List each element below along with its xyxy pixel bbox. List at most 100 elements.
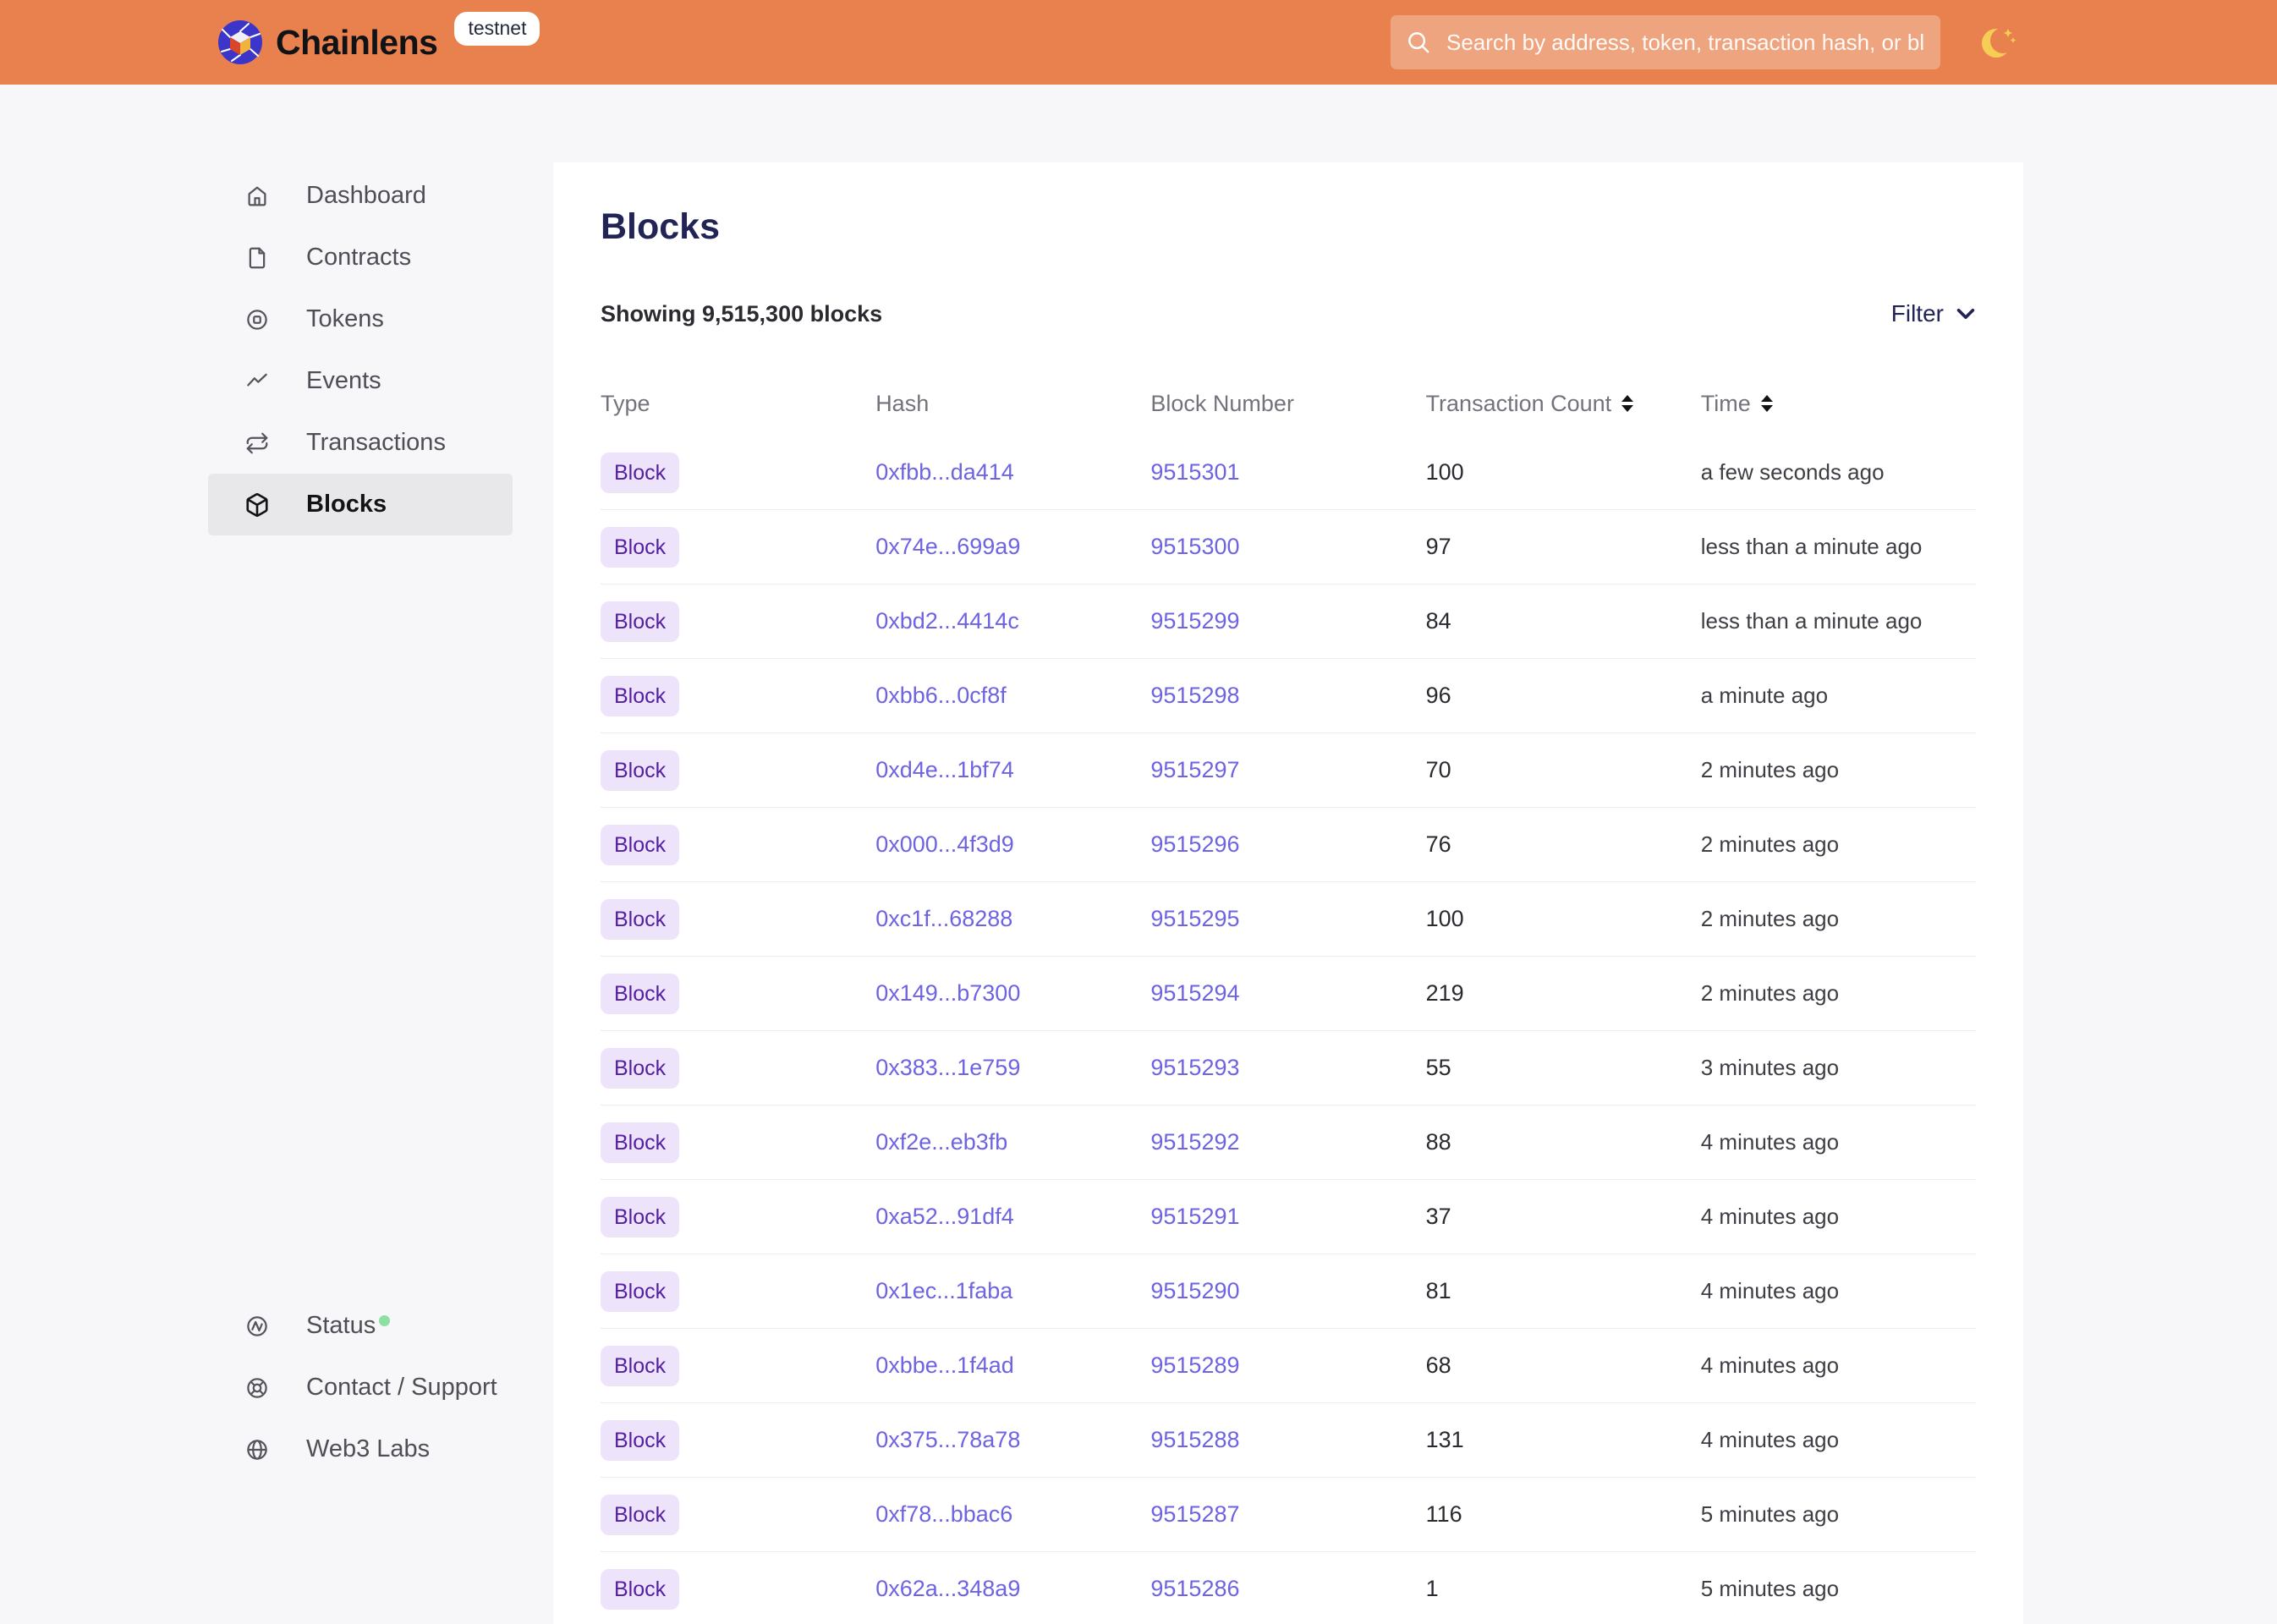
- hash-link[interactable]: 0x000...4f3d9: [875, 831, 1014, 857]
- type-cell: Block: [601, 1346, 875, 1386]
- transaction-count-cell: 1: [1426, 1576, 1701, 1602]
- sidebar-nav: Dashboard Contracts Tokens Events Transa…: [208, 165, 513, 535]
- table-row: Block 0xd4e...1bf74 9515297 70 2 minutes…: [601, 733, 1976, 808]
- table-row: Block 0xf78...bbac6 9515287 116 5 minute…: [601, 1478, 1976, 1552]
- block-number-cell: 9515301: [1150, 459, 1425, 486]
- block-number-link[interactable]: 9515294: [1150, 980, 1239, 1006]
- type-cell: Block: [601, 1495, 875, 1535]
- block-number-link[interactable]: 9515290: [1150, 1278, 1239, 1303]
- type-cell: Block: [601, 899, 875, 940]
- block-number-link[interactable]: 9515293: [1150, 1055, 1239, 1080]
- hash-link[interactable]: 0x149...b7300: [875, 980, 1020, 1006]
- globe-icon: [244, 1437, 270, 1462]
- hash-cell: 0x000...4f3d9: [875, 831, 1150, 858]
- search-input[interactable]: [1391, 15, 1940, 69]
- testnet-badge: testnet: [454, 12, 540, 46]
- sidebar-item-label: Events: [306, 367, 381, 395]
- hash-link[interactable]: 0x375...78a78: [875, 1427, 1020, 1452]
- type-cell: Block: [601, 1569, 875, 1610]
- hash-cell: 0xc1f...68288: [875, 906, 1150, 932]
- block-number-link[interactable]: 9515287: [1150, 1501, 1239, 1527]
- hash-link[interactable]: 0x62a...348a9: [875, 1576, 1020, 1601]
- hash-link[interactable]: 0x1ec...1faba: [875, 1278, 1012, 1303]
- block-number-link[interactable]: 9515298: [1150, 683, 1239, 708]
- block-type-badge: Block: [601, 1420, 679, 1461]
- sidebar-item-events[interactable]: Events: [208, 350, 513, 412]
- sort-icon[interactable]: [1621, 395, 1633, 412]
- support-icon: [244, 1375, 270, 1401]
- block-number-link[interactable]: 9515289: [1150, 1352, 1239, 1378]
- sidebar-item-status[interactable]: Status: [208, 1295, 513, 1357]
- block-type-badge: Block: [601, 1569, 679, 1610]
- block-number-cell: 9515288: [1150, 1427, 1425, 1453]
- hash-link[interactable]: 0x383...1e759: [875, 1055, 1020, 1080]
- sidebar-item-web3-labs[interactable]: Web3 Labs: [208, 1418, 513, 1480]
- hash-link[interactable]: 0x74e...699a9: [875, 534, 1020, 559]
- hash-cell: 0xbbe...1f4ad: [875, 1352, 1150, 1379]
- app-screen: Chainlens testnet Dashboard: [0, 0, 2277, 1624]
- type-cell: Block: [601, 974, 875, 1014]
- transaction-count-cell: 76: [1426, 831, 1701, 858]
- block-type-badge: Block: [601, 825, 679, 865]
- time-cell: less than a minute ago: [1701, 534, 1976, 560]
- block-number-link[interactable]: 9515286: [1150, 1576, 1239, 1601]
- block-number-cell: 9515299: [1150, 608, 1425, 634]
- block-type-badge: Block: [601, 676, 679, 716]
- sidebar-item-label: Contact / Support: [306, 1374, 497, 1402]
- transaction-count-cell: 96: [1426, 683, 1701, 709]
- block-type-badge: Block: [601, 601, 679, 642]
- block-type-badge: Block: [601, 1197, 679, 1237]
- brand[interactable]: Chainlens testnet: [218, 20, 540, 64]
- sidebar-item-dashboard[interactable]: Dashboard: [208, 165, 513, 227]
- sort-icon[interactable]: [1761, 395, 1773, 412]
- hash-link[interactable]: 0xf2e...eb3fb: [875, 1129, 1007, 1155]
- hash-link[interactable]: 0xfbb...da414: [875, 459, 1014, 485]
- sidebar-item-contact-support[interactable]: Contact / Support: [208, 1357, 513, 1418]
- type-cell: Block: [601, 1122, 875, 1163]
- block-number-link[interactable]: 9515292: [1150, 1129, 1239, 1155]
- block-number-link[interactable]: 9515297: [1150, 757, 1239, 782]
- hash-link[interactable]: 0xbb6...0cf8f: [875, 683, 1007, 708]
- transaction-count-cell: 100: [1426, 906, 1701, 932]
- table-row: Block 0xbd2...4414c 9515299 84 less than…: [601, 584, 1976, 659]
- block-number-cell: 9515300: [1150, 534, 1425, 560]
- hash-link[interactable]: 0xf78...bbac6: [875, 1501, 1012, 1527]
- hash-cell: 0xa52...91df4: [875, 1204, 1150, 1230]
- time-cell: 4 minutes ago: [1701, 1352, 1976, 1379]
- type-cell: Block: [601, 1271, 875, 1312]
- time-cell: 4 minutes ago: [1701, 1278, 1976, 1304]
- table-row: Block 0x383...1e759 9515293 55 3 minutes…: [601, 1031, 1976, 1106]
- table-row: Block 0xbbe...1f4ad 9515289 68 4 minutes…: [601, 1329, 1976, 1403]
- block-number-link[interactable]: 9515291: [1150, 1204, 1239, 1229]
- trend-icon: [244, 369, 270, 394]
- table-header-row: Type Hash Block Number Transaction Count…: [601, 380, 1976, 427]
- transaction-count-cell: 70: [1426, 757, 1701, 783]
- hash-link[interactable]: 0xd4e...1bf74: [875, 757, 1014, 782]
- sidebar-item-blocks[interactable]: Blocks: [208, 474, 513, 535]
- block-number-link[interactable]: 9515300: [1150, 534, 1239, 559]
- sidebar-item-tokens[interactable]: Tokens: [208, 288, 513, 350]
- sidebar-item-label: Tokens: [306, 305, 384, 333]
- hash-link[interactable]: 0xa52...91df4: [875, 1204, 1014, 1229]
- block-number-link[interactable]: 9515299: [1150, 608, 1239, 634]
- sidebar-item-transactions[interactable]: Transactions: [208, 412, 513, 474]
- hash-link[interactable]: 0xc1f...68288: [875, 906, 1012, 931]
- hash-cell: 0x149...b7300: [875, 980, 1150, 1007]
- hash-link[interactable]: 0xbd2...4414c: [875, 608, 1019, 634]
- block-number-link[interactable]: 9515295: [1150, 906, 1239, 931]
- home-icon: [244, 184, 270, 209]
- block-number-cell: 9515296: [1150, 831, 1425, 858]
- sidebar-item-contracts[interactable]: Contracts: [208, 227, 513, 288]
- block-type-badge: Block: [601, 1271, 679, 1312]
- block-number-link[interactable]: 9515301: [1150, 459, 1239, 485]
- block-number-link[interactable]: 9515296: [1150, 831, 1239, 857]
- transaction-count-cell: 84: [1426, 608, 1701, 634]
- moon-icon[interactable]: [1978, 20, 2022, 64]
- column-header-transaction-count: Transaction Count: [1426, 391, 1701, 417]
- block-number-link[interactable]: 9515288: [1150, 1427, 1239, 1452]
- block-type-badge: Block: [601, 899, 679, 940]
- block-number-cell: 9515294: [1150, 980, 1425, 1007]
- hash-link[interactable]: 0xbbe...1f4ad: [875, 1352, 1014, 1378]
- filter-button[interactable]: Filter: [1891, 300, 1976, 327]
- block-type-badge: Block: [601, 453, 679, 493]
